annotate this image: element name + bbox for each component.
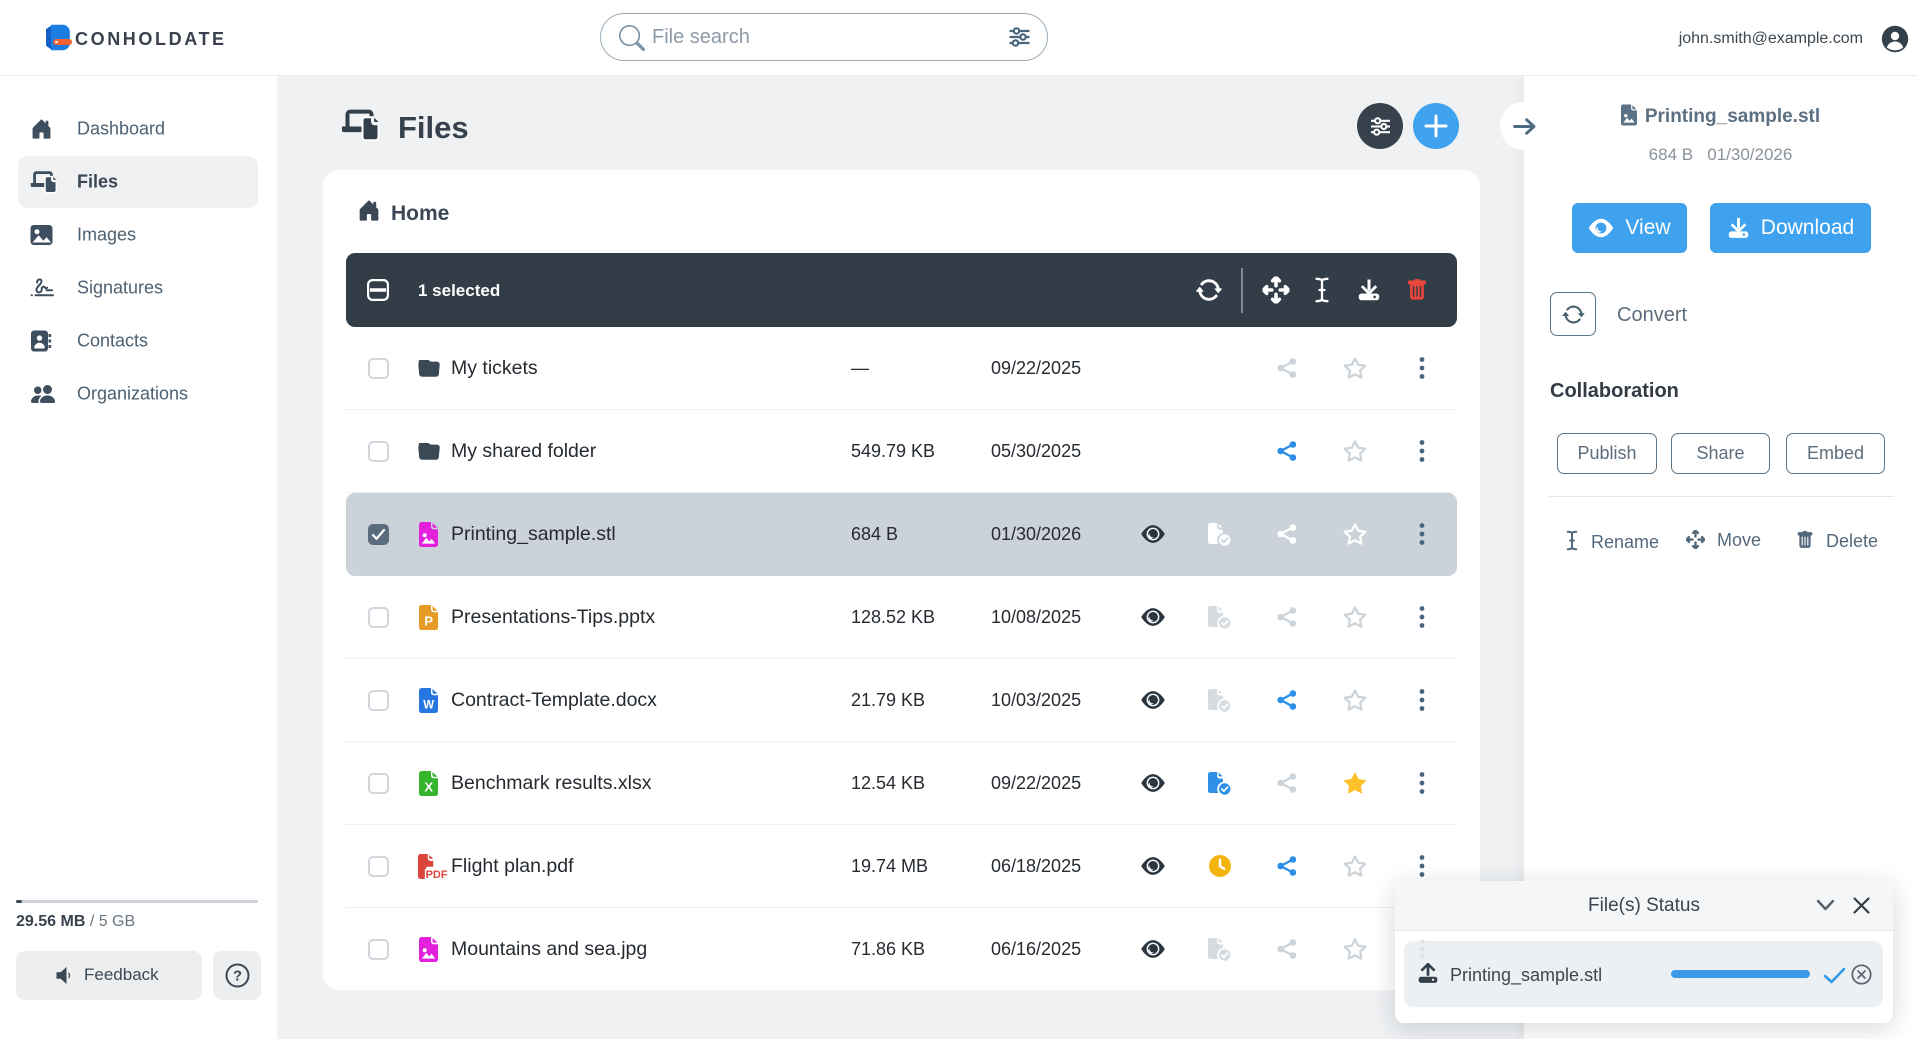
svg-text:P: P [424,614,433,629]
svg-text:?: ? [233,969,242,985]
svg-text:X: X [424,780,433,795]
svg-text:W: W [423,700,434,712]
svg-text:PDF: PDF [426,869,448,880]
